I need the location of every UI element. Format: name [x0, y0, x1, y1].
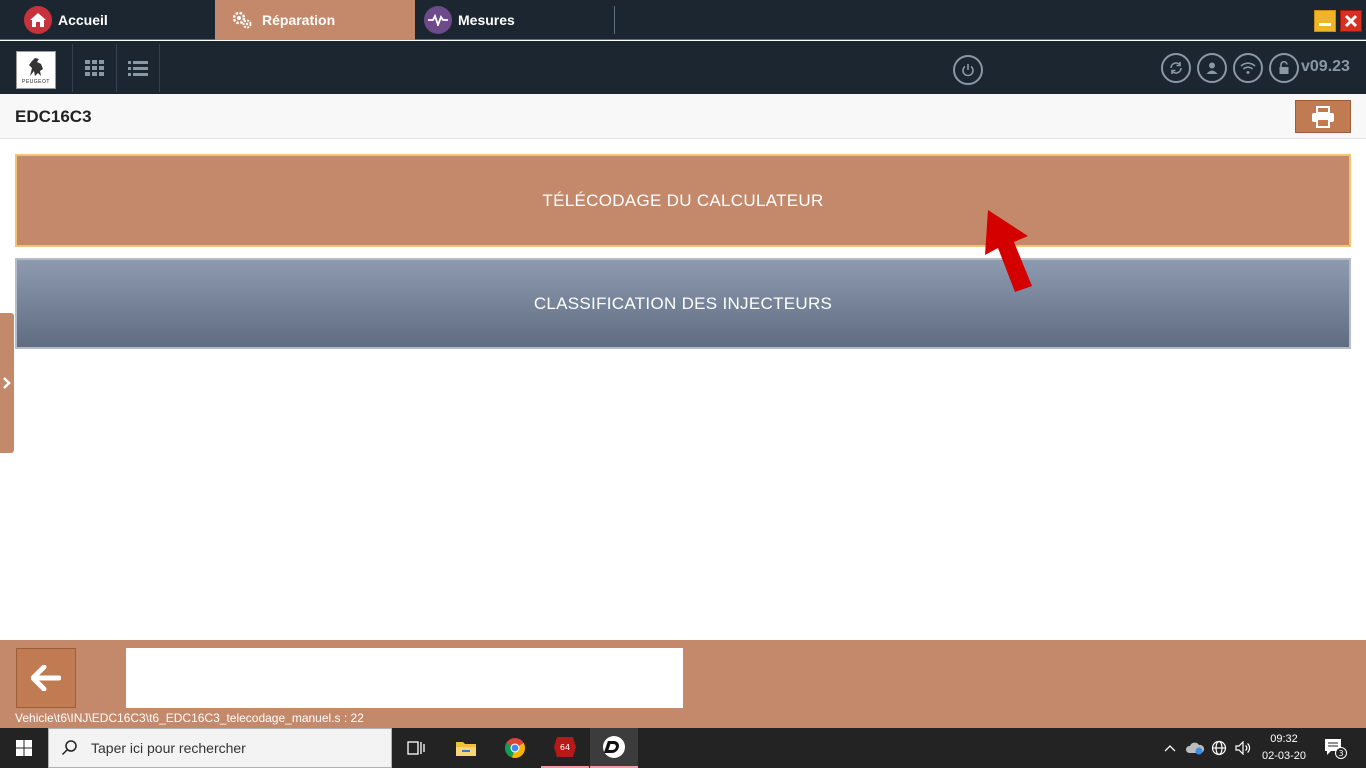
- app-badge: 64: [560, 743, 570, 752]
- search-icon: [61, 740, 77, 756]
- tray-overflow-button[interactable]: [1160, 728, 1180, 768]
- task-view-icon: [407, 741, 425, 755]
- list-view-button[interactable]: [116, 44, 160, 92]
- refresh-icon: [1170, 62, 1182, 74]
- tab-mesures[interactable]: Mesures: [424, 0, 614, 40]
- tab-accueil-label: Accueil: [58, 12, 108, 28]
- gears-icon: [228, 6, 256, 34]
- classification-injecteurs-button[interactable]: CLASSIFICATION DES INJECTEURS: [15, 258, 1351, 349]
- wifi-icon: [1240, 62, 1256, 74]
- tab-accueil[interactable]: Accueil: [24, 0, 214, 40]
- clock-date: 02-03-20: [1261, 750, 1307, 762]
- volume-tray[interactable]: [1232, 728, 1254, 768]
- notification-center-button[interactable]: 3: [1320, 728, 1350, 768]
- dtool-icon: [603, 736, 625, 758]
- chevron-up-icon: [1164, 745, 1176, 752]
- clock-time: 09:32: [1270, 733, 1298, 745]
- grid-icon: [84, 60, 104, 76]
- diag-app-icon: 64: [554, 737, 576, 757]
- power-button[interactable]: [953, 55, 983, 85]
- file-explorer-button[interactable]: [442, 728, 490, 768]
- message-box: [126, 648, 683, 708]
- search-placeholder: Taper ici pour rechercher: [91, 740, 246, 756]
- diag-app-button[interactable]: 64: [541, 728, 589, 768]
- sync-button[interactable]: [1161, 53, 1191, 83]
- version-label: v09.23: [1301, 58, 1350, 75]
- main-toolbar: PEUGEOT v09.23: [0, 41, 1366, 94]
- windows-icon: [16, 740, 32, 756]
- user-button[interactable]: [1197, 53, 1227, 83]
- taskbar-search[interactable]: Taper ici pour rechercher: [48, 728, 392, 768]
- tab-reparation[interactable]: Réparation: [215, 0, 415, 40]
- side-panel-toggle[interactable]: [0, 313, 14, 453]
- print-button[interactable]: [1295, 100, 1351, 133]
- arrow-left-icon: [31, 665, 61, 691]
- unlock-icon: [1279, 61, 1289, 74]
- bottom-bar: Vehicle\t6\INJ\EDC16C3\t6_EDC16C3_teleco…: [0, 640, 1366, 728]
- telecodage-label: TÉLÉCODAGE DU CALCULATEUR: [542, 190, 824, 210]
- taskbar-clock[interactable]: 09:32 02-03-20: [1256, 731, 1312, 765]
- minimize-button[interactable]: [1314, 10, 1336, 32]
- lock-button[interactable]: [1269, 53, 1299, 83]
- title-row: EDC16C3: [0, 94, 1366, 139]
- back-button[interactable]: [16, 648, 76, 708]
- brand-logo: PEUGEOT: [16, 51, 56, 89]
- lion-icon: [29, 57, 43, 76]
- speaker-icon: [1235, 741, 1251, 755]
- user-icon: [1206, 62, 1218, 74]
- brand-name: PEUGEOT: [22, 78, 50, 85]
- list-icon: [128, 61, 148, 76]
- tab-separator: [614, 6, 615, 34]
- tab-reparation-label: Réparation: [262, 12, 336, 28]
- onedrive-tray[interactable]: [1184, 728, 1206, 768]
- tab-mesures-label: Mesures: [458, 12, 515, 28]
- task-view-button[interactable]: [392, 728, 440, 768]
- folder-icon: [456, 742, 476, 756]
- chevron-right-icon: [3, 377, 11, 389]
- network-tray[interactable]: [1208, 728, 1230, 768]
- wifi-button[interactable]: [1233, 53, 1263, 83]
- dtool-app-button[interactable]: [590, 728, 638, 768]
- red-arrow-annotation: [985, 210, 1032, 292]
- start-button[interactable]: [0, 728, 48, 768]
- page-title: EDC16C3: [15, 107, 92, 126]
- cloud-sync-icon: [1185, 742, 1205, 755]
- pulse-icon: [424, 6, 452, 34]
- printer-icon: [1312, 105, 1334, 128]
- classification-label: CLASSIFICATION DES INJECTEURS: [533, 293, 833, 313]
- notification-count: 3: [1338, 749, 1343, 758]
- windows-taskbar: Taper ici pour rechercher 64 09:32 02-03…: [0, 728, 1366, 768]
- chrome-icon: [504, 738, 526, 758]
- close-button[interactable]: [1340, 10, 1362, 32]
- notification-icon: 3: [1325, 739, 1347, 759]
- grid-view-button[interactable]: [72, 44, 116, 92]
- telecodage-calculateur-button[interactable]: TÉLÉCODAGE DU CALCULATEUR: [15, 154, 1351, 247]
- script-path: Vehicle\t6\INJ\EDC16C3\t6_EDC16C3_teleco…: [15, 711, 364, 725]
- close-icon: [1344, 14, 1358, 28]
- chrome-button[interactable]: [491, 728, 539, 768]
- app-tab-bar: Accueil Réparation Mesures: [0, 0, 1366, 40]
- power-icon: [962, 64, 974, 77]
- home-icon: [24, 6, 52, 34]
- globe-icon: [1211, 740, 1227, 756]
